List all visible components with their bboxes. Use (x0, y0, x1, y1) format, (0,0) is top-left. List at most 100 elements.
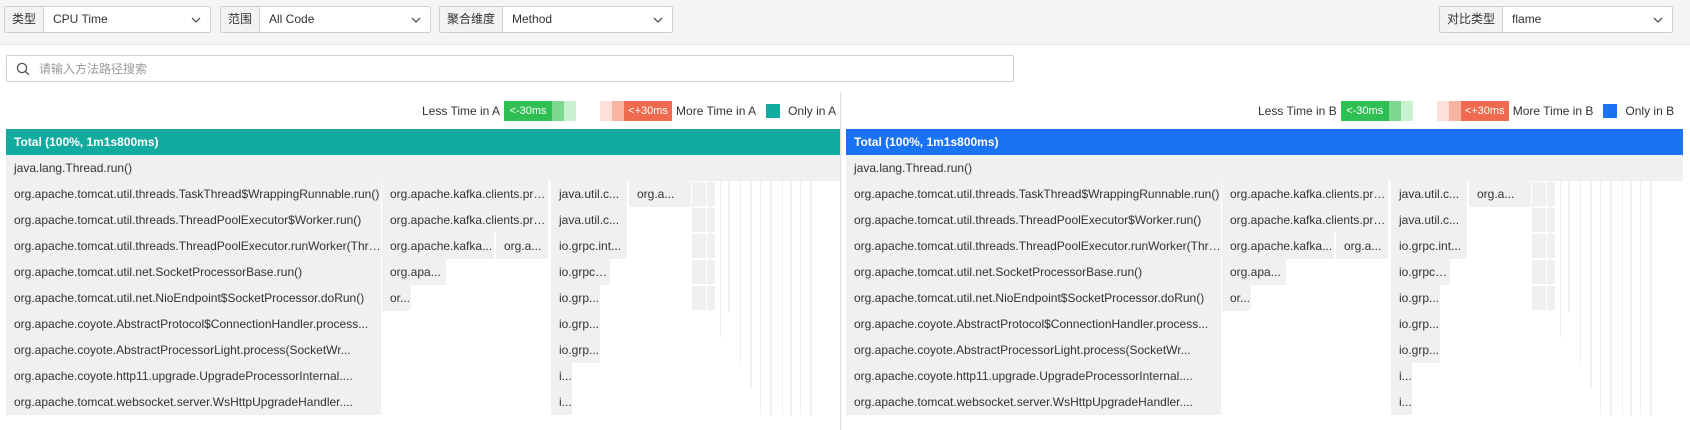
flame-frame[interactable]: io.grpc.int... (1391, 233, 1468, 259)
flame-frame-sliver[interactable] (1532, 208, 1546, 232)
flame-frame-sliver[interactable] (1610, 181, 1612, 415)
flame-frame[interactable]: org.apache.coyote.http11.upgrade.Upgrade… (6, 363, 382, 389)
flame-frame[interactable]: org.apache.coyote.http11.upgrade.Upgrade… (846, 363, 1222, 389)
scope-select[interactable]: 范围 All Code (220, 6, 431, 33)
flame-frame-sliver[interactable] (692, 182, 706, 206)
flame-frame-sliver[interactable] (1580, 181, 1581, 363)
flame-frame[interactable]: io.grp... (551, 285, 601, 311)
flame-frame-sliver[interactable] (770, 181, 772, 415)
flame-frame[interactable]: org.apache.tomcat.websocket.server.WsHtt… (846, 389, 1222, 415)
flame-frame[interactable]: org.apache.kafka.clients.pro... (382, 207, 549, 233)
search-input[interactable] (39, 59, 999, 78)
flame-frame-sliver[interactable] (728, 181, 730, 311)
flame-frame[interactable]: io.grpc.int... (551, 233, 628, 259)
flame-frame[interactable]: org.apache.tomcat.util.threads.ThreadPoo… (846, 207, 1222, 233)
flame-frame[interactable]: io.grpc.i... (1391, 259, 1451, 285)
flame-frame[interactable]: org.apache.tomcat.util.threads.TaskThrea… (6, 181, 382, 207)
flame-frame-sliver[interactable] (1568, 181, 1570, 311)
aggregate-select[interactable]: 聚合维度 Method (439, 6, 673, 33)
flame-frame[interactable]: i... (1391, 389, 1413, 415)
flame-frame[interactable]: org.apache.kafka.clients.pro... (1222, 207, 1389, 233)
flame-frame[interactable]: org.apa... (382, 259, 447, 285)
flame-frame-sliver[interactable] (700, 181, 701, 233)
flame-frame-sliver[interactable] (1590, 181, 1592, 389)
flame-frame[interactable]: org.apache.coyote.AbstractProcessorLight… (846, 337, 1222, 363)
flame-frame[interactable]: org.apache.kafka.clients.pro... (1222, 181, 1389, 207)
flame-frame[interactable]: org.apache.tomcat.util.net.NioEndpoint$S… (6, 285, 382, 311)
flame-frame-sliver[interactable] (1622, 181, 1623, 415)
flame-frame[interactable]: org.a... (1469, 181, 1532, 207)
flame-frame[interactable]: org.apache.tomcat.util.net.SocketProcess… (846, 259, 1222, 285)
flame-frame[interactable]: org.apache.tomcat.util.net.NioEndpoint$S… (846, 285, 1222, 311)
flame-frame-sliver[interactable] (1532, 182, 1546, 206)
flame-frame[interactable]: org.apache.tomcat.util.threads.ThreadPoo… (6, 207, 382, 233)
flame-frame-sliver[interactable] (1560, 181, 1561, 337)
flame-frame[interactable]: io.grp... (1391, 337, 1441, 363)
flame-frame-sliver[interactable] (760, 181, 761, 415)
flame-frame[interactable]: io.grp... (1391, 311, 1441, 337)
flame-frame[interactable]: org.apache.coyote.AbstractProtocol$Conne… (846, 311, 1222, 337)
flame-frame-sliver[interactable] (1640, 181, 1641, 415)
flame-frame-sliver[interactable] (692, 260, 706, 284)
flame-frame-sliver[interactable] (1550, 181, 1552, 285)
flame-frame[interactable]: io.grp... (1391, 285, 1441, 311)
flame-frame[interactable]: i... (551, 363, 573, 389)
search-box[interactable] (6, 55, 1014, 82)
flame-frame-sliver[interactable] (707, 286, 715, 310)
flame-frame-total[interactable]: Total (100%, 1m1s800ms) (846, 129, 1684, 155)
flame-frame[interactable]: org.a... (1336, 233, 1389, 259)
compare-select-value[interactable]: flame (1503, 7, 1672, 32)
flame-frame[interactable]: i... (1391, 363, 1413, 389)
flame-frame[interactable]: java.util.c... (1391, 181, 1468, 207)
flame-frame[interactable]: org.apache.coyote.AbstractProtocol$Conne… (6, 311, 382, 337)
flame-frame-sliver[interactable] (1532, 181, 1533, 259)
flame-frame-sliver[interactable] (750, 181, 752, 389)
flame-frame[interactable]: org.apache.tomcat.util.threads.TaskThrea… (846, 181, 1222, 207)
flame-frame-sliver[interactable] (740, 181, 741, 363)
flame-frame-total[interactable]: Total (100%, 1m1s800ms) (6, 129, 840, 155)
flame-frame[interactable]: or... (1222, 285, 1252, 311)
flame-frame[interactable]: java.util.c... (551, 207, 628, 233)
flame-frame-sliver[interactable] (1600, 181, 1601, 415)
flame-frame-sliver[interactable] (692, 234, 706, 258)
flame-frame-sliver[interactable] (800, 181, 801, 415)
flame-frame[interactable]: org.apache.tomcat.websocket.server.WsHtt… (6, 389, 382, 415)
scope-select-value[interactable]: All Code (260, 7, 430, 32)
flame-frame[interactable]: io.grp... (551, 337, 601, 363)
compare-select[interactable]: 对比类型 flame (1439, 6, 1673, 33)
flame-frame[interactable]: java.lang.Thread.run() (6, 155, 840, 181)
flame-frame-sliver[interactable] (1650, 181, 1652, 415)
flame-frame-sliver[interactable] (1532, 260, 1546, 284)
flame-frame[interactable]: org.apache.tomcat.util.threads.ThreadPoo… (6, 233, 382, 259)
flame-frame[interactable]: org.a... (629, 181, 692, 207)
flame-frame[interactable]: io.grp... (551, 311, 601, 337)
flame-frame-sliver[interactable] (1540, 181, 1541, 233)
flame-frame[interactable]: i... (551, 389, 573, 415)
flame-frame[interactable]: org.apa... (1222, 259, 1287, 285)
flame-frame-sliver[interactable] (710, 181, 712, 285)
flame-frame[interactable]: org.apache.tomcat.util.threads.ThreadPoo… (846, 233, 1222, 259)
type-select[interactable]: 类型 CPU Time (4, 6, 211, 33)
flame-frame[interactable]: org.a... (496, 233, 549, 259)
flame-frame-sliver[interactable] (1630, 181, 1632, 415)
flame-frame-sliver[interactable] (692, 208, 706, 232)
flame-frame[interactable]: org.apache.kafka... (1222, 233, 1335, 259)
flame-frame[interactable]: org.apache.kafka.clients.pro... (382, 181, 549, 207)
flame-frame[interactable]: java.util.c... (551, 181, 628, 207)
flame-frame-sliver[interactable] (1547, 286, 1555, 310)
flame-frame-sliver[interactable] (790, 181, 792, 415)
aggregate-select-value[interactable]: Method (503, 7, 672, 32)
flame-frame[interactable]: org.apache.kafka... (382, 233, 495, 259)
flame-frame-sliver[interactable] (692, 181, 693, 259)
type-select-value[interactable]: CPU Time (44, 7, 210, 32)
flame-frame-sliver[interactable] (782, 181, 783, 415)
flame-frame[interactable]: org.apache.tomcat.util.net.SocketProcess… (6, 259, 382, 285)
flame-frame[interactable]: io.grpc.i... (551, 259, 611, 285)
flame-frame[interactable]: java.lang.Thread.run() (846, 155, 1684, 181)
flame-frame-sliver[interactable] (1532, 286, 1546, 310)
flame-frame-sliver[interactable] (810, 181, 812, 415)
flame-frame-sliver[interactable] (692, 286, 706, 310)
flame-frame[interactable]: java.util.c... (1391, 207, 1468, 233)
flame-frame[interactable]: org.apache.coyote.AbstractProcessorLight… (6, 337, 382, 363)
flame-frame-sliver[interactable] (1532, 234, 1546, 258)
